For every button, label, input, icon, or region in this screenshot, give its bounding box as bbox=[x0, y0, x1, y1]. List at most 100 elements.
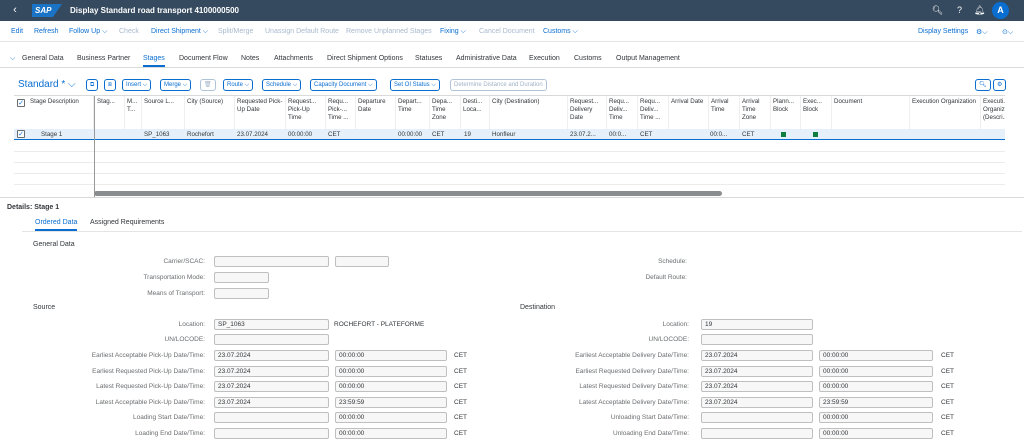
fixing-menu[interactable]: Fixing ⌵ bbox=[440, 28, 466, 36]
column-header[interactable]: Arrival Date bbox=[669, 96, 709, 129]
table-row[interactable]: ✓ Stage 1 SP_1063 Rochefort 23.07.2024 0… bbox=[14, 129, 1005, 140]
destination-time-6[interactable]: 00:00:00 bbox=[819, 428, 933, 439]
column-header[interactable]: Departure Date bbox=[356, 96, 396, 129]
column-header[interactable]: City (Source) bbox=[185, 96, 235, 129]
column-header[interactable]: Depart... Time bbox=[396, 96, 430, 129]
source-date-4[interactable]: 23.07.2024 bbox=[214, 397, 329, 408]
source-date-1[interactable]: 23.07.2024 bbox=[214, 350, 329, 361]
refresh-button[interactable]: Refresh bbox=[34, 28, 59, 35]
select-all-checkbox[interactable]: ✓ bbox=[17, 99, 25, 107]
route-menu[interactable]: Route ⌵ bbox=[223, 79, 254, 91]
destination-location-field[interactable]: 19 bbox=[701, 319, 813, 330]
collapse-chevron-icon[interactable]: ⌵ bbox=[10, 55, 15, 63]
tab-execution[interactable]: Execution bbox=[529, 55, 560, 62]
cancel-document-button[interactable]: Cancel Document bbox=[479, 28, 535, 35]
column-header[interactable]: Execution Organization bbox=[910, 96, 981, 129]
column-header[interactable]: Requ... Deliv... Time ... bbox=[638, 96, 669, 129]
source-time-4[interactable]: 23:59:59 bbox=[335, 397, 447, 408]
source-time-2[interactable]: 00:00:00 bbox=[335, 366, 447, 377]
destination-date-2[interactable]: 23.07.2024 bbox=[701, 366, 813, 377]
destination-date-3[interactable]: 23.07.2024 bbox=[701, 381, 813, 392]
destination-time-1[interactable]: 00:00:00 bbox=[819, 350, 933, 361]
destination-time-5[interactable]: 00:00:00 bbox=[819, 412, 933, 423]
set-oi-status-menu[interactable]: Set OI Status ⌵ bbox=[390, 79, 440, 91]
column-header[interactable]: Plann... Block bbox=[771, 96, 801, 129]
carrier-field[interactable] bbox=[214, 256, 329, 267]
tab-general-data[interactable]: General Data bbox=[22, 55, 64, 62]
column-header[interactable]: Exec... Block bbox=[801, 96, 832, 129]
column-header[interactable]: Stag... bbox=[94, 96, 125, 129]
table-settings-icon[interactable]: ⚙︎ bbox=[993, 79, 1007, 91]
source-time-3[interactable]: 00:00:00 bbox=[335, 381, 447, 392]
destination-date-1[interactable]: 23.07.2024 bbox=[701, 350, 813, 361]
tab-direct-shipment-options[interactable]: Direct Shipment Options bbox=[327, 55, 403, 62]
direct-shipment-menu[interactable]: Direct Shipment ⌵ bbox=[151, 28, 208, 36]
source-date-2[interactable]: 23.07.2024 bbox=[214, 366, 329, 377]
notification-icon[interactable]: 🔔︎ bbox=[973, 4, 986, 17]
column-header[interactable]: Arrival Time Zone bbox=[740, 96, 771, 129]
delete-icon[interactable]: 🗑︎ bbox=[200, 79, 216, 91]
check-button[interactable]: Check bbox=[119, 28, 139, 35]
copy-icon[interactable]: ⧉ bbox=[86, 79, 99, 91]
search-icon[interactable]: 🔍︎ bbox=[931, 4, 944, 17]
means-of-transport-field[interactable] bbox=[214, 288, 269, 299]
display-settings-button[interactable]: Display Settings bbox=[918, 28, 968, 35]
column-header[interactable]: Request... Pick-Up Time bbox=[286, 96, 326, 129]
help-icon[interactable]: ? bbox=[953, 4, 966, 17]
destination-date-5[interactable] bbox=[701, 412, 813, 423]
split-merge-button[interactable]: Split/Merge bbox=[218, 28, 253, 35]
column-header[interactable]: Desti... Loca... bbox=[461, 96, 490, 129]
capacity-document-menu[interactable]: Capacity Document ⌵ bbox=[310, 79, 377, 91]
transport-mode-field[interactable] bbox=[214, 272, 269, 283]
determine-distance-button[interactable]: Determine Distance and Duration bbox=[450, 79, 547, 91]
tab-administrative-data[interactable]: Administrative Data bbox=[456, 55, 517, 62]
tab-attachments[interactable]: Attachments bbox=[274, 55, 313, 62]
table-search-icon[interactable]: 🔍︎ bbox=[975, 79, 991, 91]
splitter[interactable] bbox=[0, 197, 1024, 198]
column-header[interactable]: City (Destination) bbox=[490, 96, 568, 129]
source-date-5[interactable] bbox=[214, 412, 329, 423]
column-header[interactable]: Executi... Organiz... (Descri... bbox=[981, 96, 1005, 129]
tab-ordered-data[interactable]: Ordered Data bbox=[35, 219, 78, 231]
source-unlocode-field[interactable] bbox=[214, 334, 329, 345]
destination-date-6[interactable] bbox=[701, 428, 813, 439]
expand-icon[interactable]: ⊙⌵ bbox=[1002, 28, 1013, 37]
paste-icon[interactable]: ⧈ bbox=[104, 79, 116, 91]
insert-menu[interactable]: Insert ⌵ bbox=[122, 79, 152, 91]
back-icon[interactable]: ‹ bbox=[8, 3, 22, 17]
destination-time-2[interactable]: 00:00:00 bbox=[819, 366, 933, 377]
customs-menu[interactable]: Customs ⌵ bbox=[543, 28, 578, 36]
tab-business-partner[interactable]: Business Partner bbox=[77, 55, 130, 62]
column-header[interactable]: M... T... bbox=[125, 96, 142, 129]
source-time-5[interactable]: 00:00:00 bbox=[335, 412, 447, 423]
tab-customs[interactable]: Customs bbox=[574, 55, 602, 62]
edit-button[interactable]: Edit bbox=[11, 28, 23, 35]
settings-icon[interactable]: ⚙︎⌵ bbox=[976, 28, 988, 37]
column-header[interactable]: Requ... Deliv... Time bbox=[607, 96, 638, 129]
carrier-name-field[interactable] bbox=[335, 256, 389, 267]
source-date-6[interactable] bbox=[214, 428, 329, 439]
column-header[interactable]: Stage Description bbox=[28, 96, 94, 129]
destination-time-4[interactable]: 23:59:59 bbox=[819, 397, 933, 408]
tab-assigned-requirements[interactable]: Assigned Requirements bbox=[90, 219, 164, 226]
schedule-menu[interactable]: Schedule ⌵ bbox=[262, 79, 302, 91]
source-time-6[interactable]: 00:00:00 bbox=[335, 428, 447, 439]
tab-notes[interactable]: Notes bbox=[241, 55, 259, 62]
source-location-field[interactable]: SP_1063 bbox=[214, 319, 329, 330]
horizontal-scrollbar[interactable] bbox=[94, 191, 722, 196]
destination-date-4[interactable]: 23.07.2024 bbox=[701, 397, 813, 408]
tab-statuses[interactable]: Statuses bbox=[415, 55, 442, 62]
destination-time-3[interactable]: 00:00:00 bbox=[819, 381, 933, 392]
destination-unlocode-field[interactable] bbox=[701, 334, 813, 345]
merge-menu[interactable]: Merge ⌵ bbox=[160, 79, 192, 91]
unassign-default-route-button[interactable]: Unassign Default Route bbox=[265, 28, 339, 35]
row-checkbox[interactable]: ✓ bbox=[17, 130, 25, 138]
column-header[interactable]: Requested Pick-Up Date bbox=[235, 96, 286, 129]
column-header[interactable]: Requ... Pick-... Time ... bbox=[326, 96, 356, 129]
source-time-1[interactable]: 00:00:00 bbox=[335, 350, 447, 361]
column-header[interactable]: Source L... bbox=[142, 96, 185, 129]
source-date-3[interactable]: 23.07.2024 bbox=[214, 381, 329, 392]
tab-output-management[interactable]: Output Management bbox=[616, 55, 680, 62]
column-header[interactable]: Arrival Time bbox=[709, 96, 740, 129]
avatar[interactable]: A bbox=[992, 2, 1009, 19]
